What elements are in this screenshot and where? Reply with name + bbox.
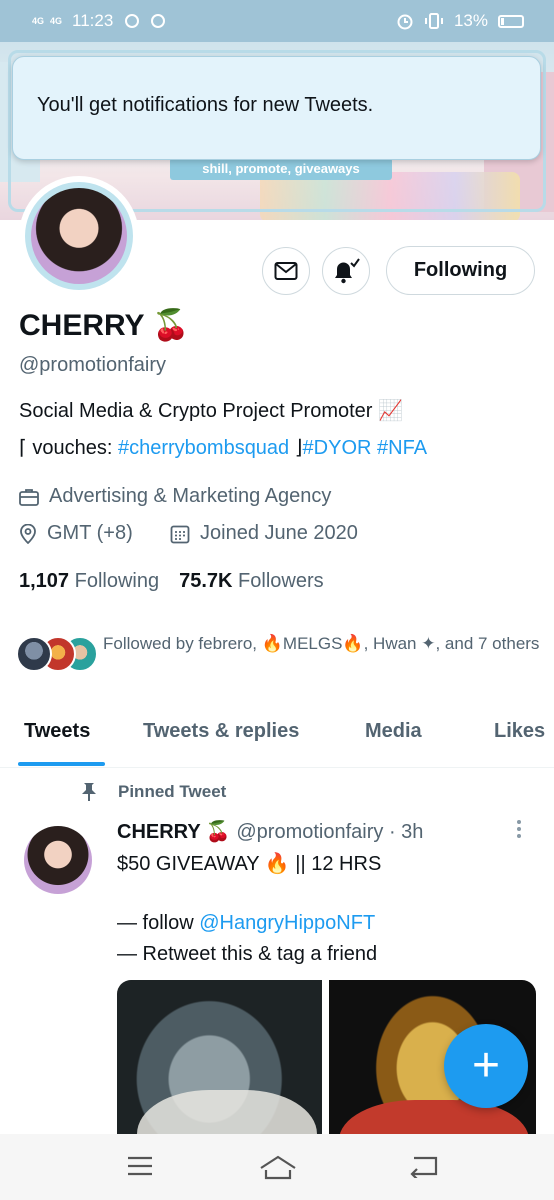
- hashtag-link[interactable]: #DYOR: [303, 437, 372, 459]
- tab-media[interactable]: Media: [365, 720, 422, 743]
- profile-location: GMT (+8): [19, 522, 133, 545]
- tweet-text-line: — Retweet this & tag a friend: [117, 943, 378, 965]
- message-button[interactable]: [262, 247, 310, 295]
- network-indicator-2: 4G: [50, 15, 63, 26]
- hashtag-link[interactable]: #cherrybombsquad: [118, 437, 289, 459]
- pin-icon: [82, 783, 96, 801]
- following-button[interactable]: Following: [386, 246, 535, 295]
- back-icon[interactable]: [408, 1154, 438, 1178]
- mail-icon: [274, 262, 298, 280]
- tweet-text: — follow: [117, 912, 200, 934]
- status-bar: 4G 4G 11:23 13%: [0, 0, 554, 42]
- followers-label: Followers: [238, 570, 324, 592]
- followed-by-text: Followed by febrero, 🔥MELGS🔥, Hwan ✦, an…: [103, 634, 540, 653]
- bio-line-1: Social Media & Crypto Project Promoter 📈: [19, 400, 403, 422]
- calendar-icon: [170, 525, 190, 543]
- tweet-author-name[interactable]: CHERRY 🍒: [117, 821, 231, 843]
- follower-avatar: [16, 636, 52, 672]
- follow-counts: 1,107 Following 75.7K Followers: [19, 570, 324, 593]
- location-text: GMT (+8): [47, 522, 133, 544]
- tweet-text-line: — follow @HangryHippoNFT: [117, 912, 375, 935]
- bell-icon: [335, 258, 360, 284]
- profile-avatar[interactable]: [19, 176, 139, 296]
- profile-handle: @promotionfairy: [19, 354, 167, 376]
- tweet-author-avatar[interactable]: [24, 826, 92, 894]
- tab-likes[interactable]: Likes: [494, 720, 545, 743]
- alarm-icon: [397, 14, 413, 30]
- battery-icon: [498, 14, 524, 28]
- followers-count: 75.7K: [179, 570, 233, 592]
- messenger-icon: [125, 14, 140, 28]
- location-icon: [20, 523, 36, 544]
- home-icon[interactable]: [258, 1154, 298, 1180]
- bio-line-2: ⌈ vouches: #cherrybombsquad ⌋#DYOR #NFA: [19, 435, 427, 460]
- profile-tabs: Tweets Tweets & replies Media Likes: [0, 708, 554, 768]
- system-navbar: [0, 1134, 554, 1200]
- briefcase-icon: [19, 488, 39, 506]
- bio-text: ⌋: [289, 437, 303, 459]
- tab-tweets-replies[interactable]: Tweets & replies: [143, 720, 299, 743]
- profile-category: Advertising & Marketing Agency: [19, 485, 331, 508]
- tab-tweets[interactable]: Tweets: [24, 720, 90, 743]
- tweet-text-line: $50 GIVEAWAY 🔥 || 12 HRS: [117, 853, 382, 875]
- pinned-indicator: Pinned Tweet: [80, 782, 226, 802]
- tweet-author-handle: @promotionfairy: [236, 821, 384, 843]
- banner-tag: shill, promote, giveaways: [170, 158, 392, 180]
- status-right: 13%: [396, 11, 524, 31]
- vibrate-icon: [424, 13, 443, 29]
- menu-icon[interactable]: [126, 1154, 154, 1178]
- category-text: Advertising & Marketing Agency: [49, 485, 332, 507]
- compose-tweet-button[interactable]: +: [444, 1024, 528, 1108]
- tweet-time: · 3h: [388, 821, 424, 843]
- pinned-label: Pinned Tweet: [118, 782, 227, 801]
- avatar-ring: [25, 182, 133, 290]
- network-indicator-1: 4G: [32, 15, 45, 26]
- profile-joined: Joined June 2020: [170, 522, 358, 545]
- tweet-header: CHERRY 🍒 @promotionfairy · 3h: [117, 819, 423, 844]
- notification-toast[interactable]: You'll get notifications for new Tweets.: [12, 56, 541, 160]
- whatsapp-icon: [151, 14, 166, 28]
- following-link[interactable]: 1,107 Following: [19, 570, 159, 592]
- joined-text: Joined June 2020: [200, 522, 358, 544]
- followed-by-avatars: [16, 636, 98, 674]
- following-label: Following: [74, 570, 160, 592]
- notifications-button[interactable]: [322, 247, 370, 295]
- bio-text: ⌈ vouches:: [19, 437, 118, 459]
- avatar-image: [31, 188, 127, 284]
- following-count: 1,107: [19, 570, 70, 592]
- profile-name: CHERRY 🍒: [19, 309, 190, 342]
- more-vertical-icon[interactable]: [513, 818, 525, 840]
- active-tab-indicator: [18, 762, 105, 766]
- mention-link[interactable]: @HangryHippoNFT: [199, 912, 375, 934]
- status-time: 11:23: [72, 11, 114, 30]
- hashtag-link[interactable]: #NFA: [377, 437, 427, 459]
- status-left: 4G 4G 11:23: [32, 11, 166, 31]
- followers-link[interactable]: 75.7K Followers: [179, 570, 324, 592]
- toast-message: You'll get notifications for new Tweets.: [37, 94, 374, 116]
- battery-percent: 13%: [453, 11, 488, 30]
